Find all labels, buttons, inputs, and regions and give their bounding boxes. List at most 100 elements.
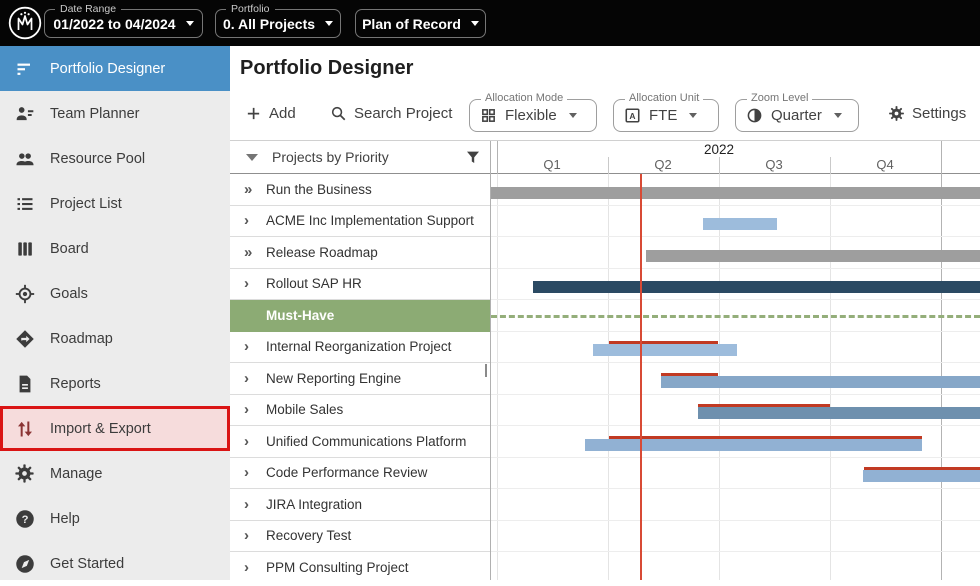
zoom-level-value: Quarter	[771, 107, 822, 124]
allocation-mode-value: Flexible	[505, 107, 557, 124]
chevron-right-icon[interactable]: ›	[244, 371, 258, 386]
gantt-timeline-header: 2022 Q1Q2Q3Q4	[491, 141, 980, 174]
project-row-recovery-test[interactable]: ›Recovery Test	[230, 521, 490, 553]
add-button-label: Add	[269, 105, 296, 122]
chevron-down-icon	[689, 113, 697, 118]
project-row-label: Internal Reorganization Project	[266, 339, 451, 354]
filter-icon[interactable]	[465, 149, 481, 165]
portfolio-value: 0. All Projects	[223, 16, 315, 32]
gridline	[830, 157, 831, 174]
plan-of-record-line-new-reporting-engine	[661, 373, 718, 376]
sidebar-item-project-list[interactable]: Project List	[0, 181, 230, 226]
row-separator	[491, 488, 980, 489]
group-row-must-have[interactable]: Must-Have	[230, 300, 490, 332]
resource-pool-icon	[14, 148, 35, 169]
sidebar-item-label: Portfolio Designer	[50, 61, 165, 77]
sidebar-item-manage[interactable]: Manage	[0, 451, 230, 496]
sidebar-item-goals[interactable]: Goals	[0, 271, 230, 316]
sidebar-item-label: Resource Pool	[50, 151, 145, 167]
sidebar-item-label: Import & Export	[50, 421, 151, 437]
gantt-bar-mobile-sales[interactable]	[698, 407, 980, 419]
sidebar-nav: Portfolio Designer Team Planner Resource P…	[0, 46, 230, 580]
plan-of-record-line-unified-communications-platform	[609, 436, 922, 439]
settings-label: Settings	[912, 105, 966, 122]
row-separator	[491, 268, 980, 269]
gantt-bar-unified-communications-platform[interactable]	[585, 439, 922, 451]
gantt-bar-run-the-business[interactable]	[491, 187, 980, 199]
project-list-header: Projects by Priority	[230, 141, 490, 174]
project-row-jira-integration[interactable]: ›JIRA Integration	[230, 489, 490, 521]
chevron-right-icon[interactable]: ›	[244, 497, 258, 512]
today-line	[640, 174, 642, 580]
sidebar-item-help[interactable]: ? Help	[0, 496, 230, 541]
top-app-bar: Date Range 01/2022 to 04/2024 Portfolio …	[0, 0, 980, 46]
gantt-chart-body	[491, 174, 980, 580]
project-list-title: Projects by Priority	[272, 149, 389, 165]
sidebar-item-import-export[interactable]: Import & Export	[0, 406, 230, 451]
gantt-bar-rollout-sap-hr[interactable]	[533, 281, 980, 293]
allocation-mode-select[interactable]: Allocation Mode Flexible	[469, 99, 597, 132]
project-row-new-reporting-engine[interactable]: › New Reporting Engine	[230, 363, 490, 395]
project-row-mobile-sales[interactable]: ›Mobile Sales	[230, 395, 490, 427]
project-row-run-the-business[interactable]: »Run the Business	[230, 174, 490, 206]
project-row-release-roadmap[interactable]: »Release Roadmap	[230, 237, 490, 269]
help-icon: ?	[14, 508, 35, 529]
sidebar-item-get-started[interactable]: Get Started	[0, 541, 230, 586]
sidebar-item-roadmap[interactable]: Roadmap	[0, 316, 230, 361]
project-row-unified-communications-platform[interactable]: ›Unified Communications Platform	[230, 426, 490, 458]
project-row-label: New Reporting Engine	[266, 371, 401, 386]
gantt-bar-new-reporting-engine[interactable]	[661, 376, 980, 388]
settings-button[interactable]: Settings	[888, 105, 966, 122]
row-separator	[491, 299, 980, 300]
app-logo-icon[interactable]	[8, 6, 42, 40]
chevron-down-icon	[186, 21, 194, 26]
project-row-code-performance-review[interactable]: ›Code Performance Review	[230, 458, 490, 490]
chevron-right-icon[interactable]: ›	[244, 434, 258, 449]
grid-icon	[480, 107, 497, 124]
gantt-quarter-label: Q3	[765, 157, 782, 172]
chevron-right-icon[interactable]: ›	[244, 465, 258, 480]
collapse-all-icon[interactable]	[246, 154, 258, 161]
sidebar-item-label: Help	[50, 511, 80, 527]
gantt-bar-code-performance-review[interactable]	[863, 470, 980, 482]
chevron-right-icon[interactable]: ›	[244, 276, 258, 291]
project-row-acme-inc-implementation-support[interactable]: ›ACME Inc Implementation Support	[230, 206, 490, 238]
plan-of-record-line-code-performance-review	[864, 467, 980, 470]
chevron-right-icon[interactable]: ›	[244, 528, 258, 543]
gantt-bar-internal-reorganization-project[interactable]	[593, 344, 737, 356]
date-range-label: Date Range	[55, 3, 121, 15]
double-chevron-icon[interactable]: »	[244, 245, 258, 260]
double-chevron-icon[interactable]: »	[244, 182, 258, 197]
chevron-right-icon[interactable]: ›	[244, 402, 258, 417]
roadmap-icon	[14, 328, 35, 349]
allocation-unit-value: FTE	[649, 107, 677, 124]
search-icon	[330, 105, 347, 122]
date-range-dropdown[interactable]: Date Range 01/2022 to 04/2024	[44, 9, 203, 38]
sidebar-item-resource-pool[interactable]: Resource Pool	[0, 136, 230, 181]
project-row-ppm-consulting-project[interactable]: ›PPM Consulting Project	[230, 552, 490, 580]
chevron-right-icon[interactable]: ›	[244, 213, 258, 228]
project-list-panel: Projects by Priority »Run the Business›A…	[230, 141, 491, 580]
sidebar-item-portfolio-designer[interactable]: Portfolio Designer	[0, 46, 230, 91]
sidebar-item-reports[interactable]: Reports	[0, 361, 230, 406]
row-separator	[491, 205, 980, 206]
add-button[interactable]: Add	[245, 105, 296, 122]
import-export-icon	[14, 418, 35, 439]
zoom-level-select[interactable]: Zoom Level Quarter	[735, 99, 859, 132]
gantt-bar-acme-inc-implementation-support[interactable]	[703, 218, 777, 230]
project-row-rollout-sap-hr[interactable]: ›Rollout SAP HR	[230, 269, 490, 301]
sidebar-item-team-planner[interactable]: Team Planner	[0, 91, 230, 136]
scenario-dropdown[interactable]: Plan of Record	[355, 9, 486, 38]
sidebar-item-board[interactable]: Board	[0, 226, 230, 271]
chevron-right-icon[interactable]: ›	[244, 560, 258, 575]
allocation-unit-select[interactable]: Allocation Unit A FTE	[613, 99, 719, 132]
search-project-button[interactable]: Search Project	[330, 105, 452, 122]
scenario-value: Plan of Record	[362, 16, 461, 32]
row-separator	[491, 551, 980, 552]
contrast-icon	[746, 107, 763, 124]
project-row-internal-reorganization-project[interactable]: › Internal Reorganization Project	[230, 332, 490, 364]
letter-a-box-icon: A	[624, 107, 641, 124]
gantt-bar-release-roadmap[interactable]	[646, 250, 980, 262]
portfolio-dropdown[interactable]: Portfolio 0. All Projects	[215, 9, 341, 38]
chevron-right-icon[interactable]: ›	[244, 339, 258, 354]
